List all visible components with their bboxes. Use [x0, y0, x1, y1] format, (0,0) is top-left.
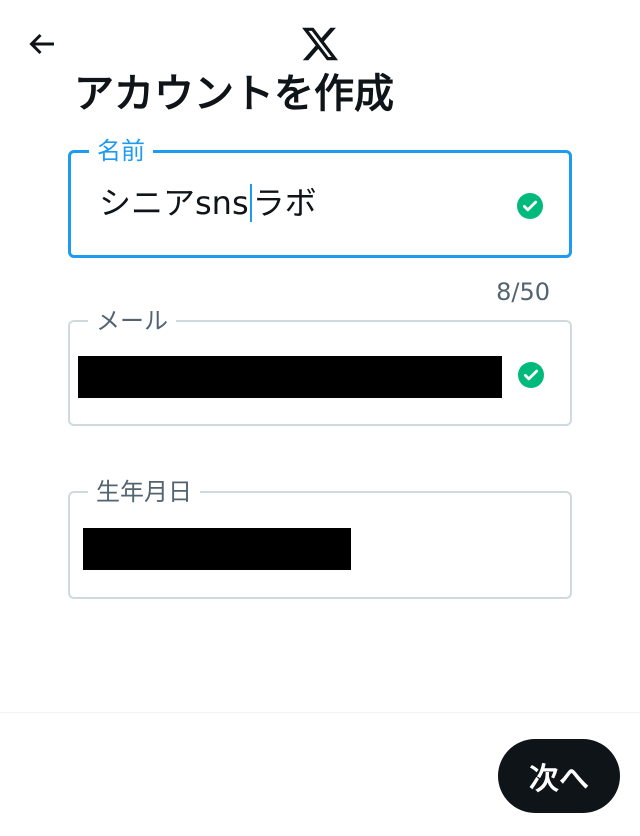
- redacted-email-value: [78, 356, 502, 398]
- footer-divider: [0, 712, 640, 713]
- name-char-counter: 8/50: [496, 278, 550, 306]
- check-circle-icon: [518, 362, 544, 388]
- arrow-left-icon: [29, 33, 54, 55]
- next-button[interactable]: 次へ: [498, 739, 620, 813]
- name-value-after-caret: ラボ: [252, 184, 317, 222]
- name-input[interactable]: シニアsns ラボ: [99, 183, 317, 223]
- birthdate-field-label: 生年月日: [88, 479, 200, 505]
- name-field-label: 名前: [89, 138, 153, 164]
- text-caret: [249, 184, 252, 222]
- email-field[interactable]: メール: [68, 308, 572, 426]
- birthdate-field[interactable]: 生年月日: [68, 479, 572, 599]
- page-title: アカウントを作成: [74, 72, 394, 117]
- back-button[interactable]: [22, 26, 62, 62]
- redacted-birthdate-value: [83, 528, 351, 570]
- email-field-label: メール: [88, 308, 176, 334]
- x-logo-icon: [302, 27, 339, 61]
- name-field[interactable]: 名前 シニアsns ラボ: [68, 138, 572, 258]
- check-circle-icon: [517, 193, 543, 219]
- name-value-before-caret: シニアsns: [99, 184, 249, 222]
